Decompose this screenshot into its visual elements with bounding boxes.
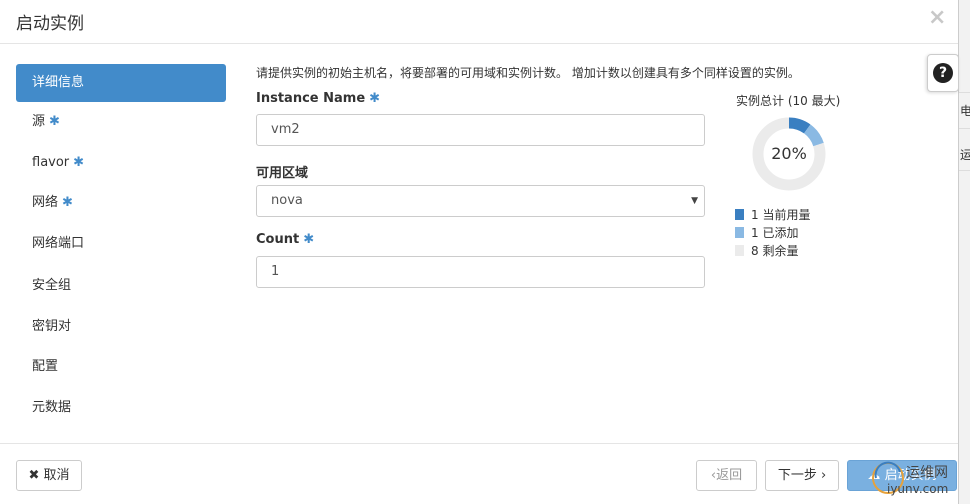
count-label: Count ✱ bbox=[256, 232, 314, 247]
nav-item-label: 网络端口 bbox=[32, 236, 85, 251]
nav-item-security-groups[interactable]: 安全组 bbox=[16, 267, 226, 305]
modal-header: 启动实例 × bbox=[0, 0, 958, 44]
availability-zone-select[interactable]: nova ▼ bbox=[256, 185, 705, 217]
instance-name-input[interactable]: vm2 bbox=[256, 114, 705, 146]
caret-down-icon: ▼ bbox=[691, 196, 698, 206]
availability-zone-label: 可用区域 bbox=[256, 166, 309, 181]
back-button[interactable]: ‹返回 bbox=[696, 460, 757, 491]
cancel-button[interactable]: ✖ 取消 bbox=[16, 460, 82, 491]
background-text: 电 bbox=[960, 104, 970, 118]
legend-value: 8 bbox=[751, 244, 759, 258]
chevron-right-icon: › bbox=[820, 468, 827, 483]
nav-item-network-ports[interactable]: 网络端口 bbox=[16, 225, 226, 263]
form-description: 请提供实例的初始主机名，将要部署的可用域和实例计数。 增加计数以创建具有多个同样… bbox=[256, 66, 800, 80]
footer-divider bbox=[0, 443, 958, 444]
required-icon: ✱ bbox=[49, 114, 60, 129]
field-label-text: Count bbox=[256, 232, 300, 247]
nav-item-label: 密钥对 bbox=[32, 319, 72, 334]
back-label: 返回 bbox=[716, 468, 743, 483]
required-icon: ✱ bbox=[303, 232, 315, 247]
modal-title: 启动实例 bbox=[16, 14, 84, 34]
cancel-label: 取消 bbox=[43, 468, 70, 483]
divider bbox=[959, 170, 970, 171]
legend-value: 1 bbox=[751, 208, 759, 222]
close-icon: ✖ bbox=[28, 468, 40, 483]
next-label: 下一步 bbox=[777, 468, 817, 483]
legend-value: 1 bbox=[751, 226, 759, 240]
nav-item-source[interactable]: 源 ✱ bbox=[16, 103, 226, 141]
nav-item-label: 网络 bbox=[32, 195, 59, 210]
background-text: 运 bbox=[960, 148, 970, 162]
watermark-text: 运维网 bbox=[906, 465, 948, 481]
legend-label: 已添加 bbox=[762, 226, 799, 240]
nav-item-network[interactable]: 网络 ✱ bbox=[16, 184, 226, 222]
nav-item-key-pairs[interactable]: 密钥对 bbox=[16, 308, 226, 346]
nav-item-flavor[interactable]: flavor ✱ bbox=[16, 144, 226, 182]
legend-label: 剩余量 bbox=[762, 244, 799, 258]
nav-item-configuration[interactable]: 配置 bbox=[16, 348, 226, 386]
field-label-text: Instance Name bbox=[256, 91, 366, 106]
legend-item-added: 1 已添加 bbox=[735, 224, 798, 241]
help-icon: ? bbox=[933, 63, 953, 83]
next-button[interactable]: 下一步 › bbox=[765, 460, 839, 491]
legend-item-used: 1 当前用量 bbox=[735, 206, 810, 223]
required-icon: ✱ bbox=[62, 195, 73, 210]
divider bbox=[959, 92, 970, 93]
quota-title: 实例总计 (10 最大) bbox=[736, 94, 841, 108]
nav-item-metadata[interactable]: 元数据 bbox=[16, 389, 226, 427]
legend-label: 当前用量 bbox=[762, 208, 811, 222]
nav-item-label: flavor bbox=[32, 155, 70, 170]
count-input[interactable]: 1 bbox=[256, 256, 705, 288]
select-value: nova bbox=[271, 193, 303, 208]
close-icon[interactable]: × bbox=[928, 5, 946, 30]
required-icon: ✱ bbox=[369, 91, 381, 106]
required-icon: ✱ bbox=[73, 155, 85, 170]
nav-item-details[interactable]: 详细信息 bbox=[16, 64, 226, 102]
watermark-url: iyunv.com bbox=[887, 482, 949, 496]
nav-item-label: 安全组 bbox=[32, 278, 72, 293]
nav-item-label: 配置 bbox=[32, 359, 59, 374]
nav-item-label: 详细信息 bbox=[32, 75, 85, 90]
nav-item-label: 源 bbox=[32, 114, 46, 129]
legend-swatch bbox=[735, 245, 744, 256]
help-button[interactable]: ? bbox=[927, 54, 959, 92]
nav-item-label: 元数据 bbox=[32, 400, 72, 415]
divider bbox=[959, 128, 970, 129]
legend-swatch bbox=[735, 209, 744, 220]
quota-percent: 20% bbox=[771, 144, 807, 163]
background-page: 电 运 bbox=[958, 0, 970, 504]
legend-swatch bbox=[735, 227, 744, 238]
instance-name-label: Instance Name ✱ bbox=[256, 91, 380, 106]
legend-item-remaining: 8 剩余量 bbox=[735, 242, 798, 259]
